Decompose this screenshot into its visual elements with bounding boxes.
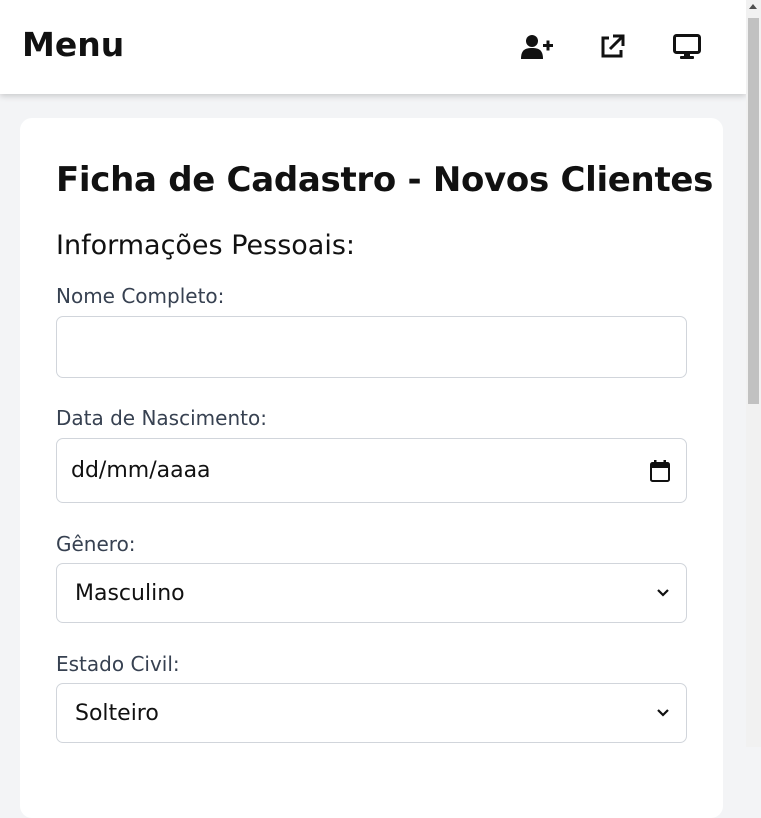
monitor-icon: [672, 34, 701, 59]
monitor-button[interactable]: [649, 30, 724, 64]
gender-dropdown-arrow: [656, 588, 670, 598]
marital-status-selected: Solteiro: [75, 700, 159, 726]
chevron-down-icon: [657, 709, 669, 717]
page-scrollbar[interactable]: [746, 0, 761, 747]
form-title: Ficha de Cadastro - Novos Clientes: [56, 160, 714, 200]
add-user-button[interactable]: [499, 30, 574, 64]
external-link-button[interactable]: [574, 30, 649, 64]
external-link-icon: [601, 34, 624, 58]
calendar-button[interactable]: [650, 459, 670, 482]
header-actions: [499, 30, 724, 64]
registration-card: Ficha de Cadastro - Novos Clientes Infor…: [20, 118, 723, 818]
full-name-input[interactable]: [56, 316, 687, 378]
scroll-up-arrow-icon[interactable]: [749, 4, 757, 9]
gender-select[interactable]: Masculino: [56, 563, 687, 623]
gender-label: Gênero:: [56, 532, 136, 556]
marital-status-label: Estado Civil:: [56, 652, 180, 676]
top-header: Menu: [0, 0, 746, 94]
gender-selected: Masculino: [75, 580, 185, 606]
marital-status-dropdown-arrow: [656, 708, 670, 718]
marital-status-select[interactable]: Solteiro: [56, 683, 687, 743]
page-title: Menu: [22, 24, 125, 64]
birth-date-placeholder: dd/mm/aaaa: [71, 458, 211, 483]
add-user-icon: [520, 35, 553, 59]
section-title-personal: Informações Pessoais:: [56, 230, 355, 261]
birth-date-input[interactable]: dd/mm/aaaa: [56, 438, 687, 503]
calendar-icon: [650, 459, 670, 482]
full-name-label: Nome Completo:: [56, 284, 225, 308]
chevron-down-icon: [657, 589, 669, 597]
birth-date-label: Data de Nascimento:: [56, 406, 267, 430]
scroll-thumb[interactable]: [748, 18, 759, 404]
